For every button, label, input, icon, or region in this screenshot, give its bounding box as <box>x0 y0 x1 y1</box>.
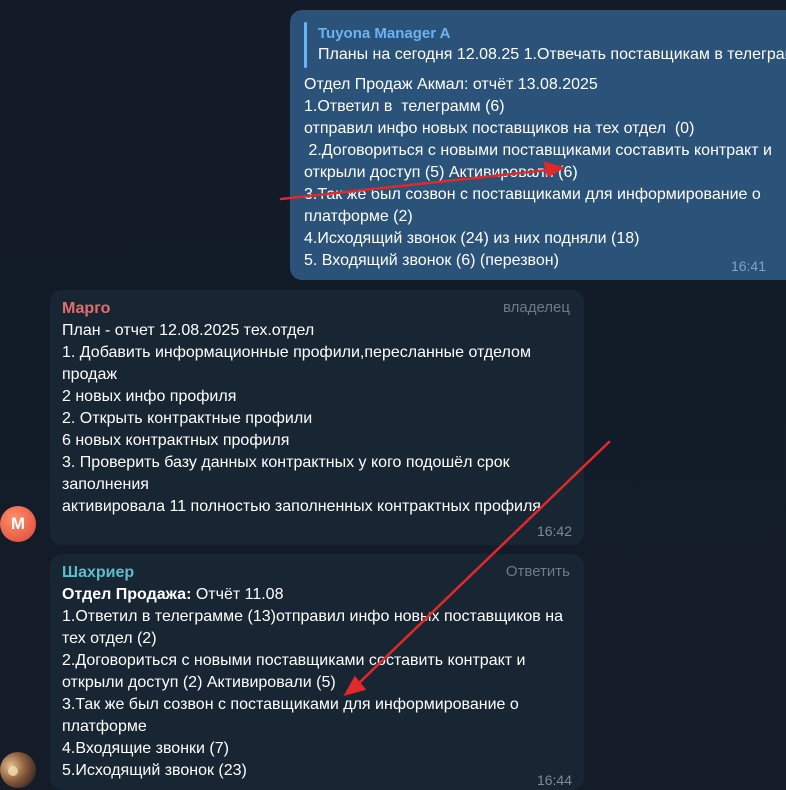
message-time: 16:42 <box>536 523 572 539</box>
message-text: Отдел Продажа: Отчёт 11.08 1.Ответил в т… <box>62 584 572 782</box>
message-line: открыли доступ (5) Активировали (6) <box>304 164 578 181</box>
message-line: платформе (2) <box>304 208 413 225</box>
heading-bold: Отдел Продажа: <box>62 586 192 603</box>
heading-rest: Отчёт 11.08 <box>191 586 284 603</box>
message-line: Отдел Продаж Акмал: отчёт 13.08.2025 <box>304 76 598 93</box>
message-time: 16:41 <box>730 258 766 274</box>
chat-area[interactable]: Tuyona Manager A Планы на сегодня 12.08.… <box>0 0 786 790</box>
message-line: 5. Входящий звонок (6) (перезвон) <box>304 252 559 269</box>
outgoing-message[interactable]: Tuyona Manager A Планы на сегодня 12.08.… <box>290 10 786 280</box>
message-line: План - отчет 12.08.2025 тех.отдел <box>62 322 315 339</box>
sender-name[interactable]: Марго <box>62 300 110 317</box>
message-line: 2.Договориться с новыми поставщиками сос… <box>62 652 526 691</box>
message-line: 6 новых контрактных профиля <box>62 432 290 449</box>
message-line: 1.Ответил в телеграмме (13)отправил инфо… <box>62 608 563 647</box>
reply-quote[interactable]: Tuyona Manager A Планы на сегодня 12.08.… <box>304 22 786 68</box>
incoming-message-margo[interactable]: Марго владелец План - отчет 12.08.2025 т… <box>50 290 584 545</box>
avatar-letter: M <box>10 514 26 533</box>
incoming-message-shahrier[interactable]: Шахриер Ответить Отдел Продажа: Отчёт 11… <box>50 554 584 790</box>
reply-text: Планы на сегодня 12.08.25 1.Отвечать пос… <box>318 46 786 63</box>
message-line: 4.Исходящий звонок (24) из них подняли (… <box>304 230 640 247</box>
reply-author: Tuyona Manager A <box>318 25 451 42</box>
message-header: Марго владелец <box>62 298 572 320</box>
message-line: 5.Исходящий звонок (23) <box>62 762 247 779</box>
message-line: 3. Проверить базу данных контрактных у к… <box>62 454 510 493</box>
message-line: 2. Открыть контрактные профили <box>62 410 313 427</box>
message-heading: Отдел Продажа: Отчёт 11.08 <box>62 584 572 606</box>
message-line: 4.Входящие звонки (7) <box>62 740 229 757</box>
reply-bar <box>304 22 307 68</box>
message-header: Шахриер Ответить <box>62 562 572 584</box>
role-badge: владелец <box>502 299 570 316</box>
message-line: 1.Ответил в телеграмм (6) <box>304 98 505 115</box>
message-time: 16:44 <box>536 772 572 788</box>
message-line: активировала 11 полностью заполненных ко… <box>62 498 541 515</box>
message-line: 3.Так же был созвон с поставщиками для и… <box>62 696 519 735</box>
message-line: 2.Договориться с новыми поставщиками сос… <box>304 142 772 159</box>
reply-button[interactable]: Ответить <box>506 563 570 580</box>
sender-name[interactable]: Шахриер <box>62 564 134 581</box>
message-line: отправил инфо новых поставщиков на тех о… <box>304 120 695 137</box>
message-line: 2 новых инфо профиля <box>62 388 237 405</box>
message-text: План - отчет 12.08.2025 тех.отдел 1. Доб… <box>62 320 572 518</box>
avatar-highlight <box>8 766 18 776</box>
message-text: Отдел Продаж Акмал: отчёт 13.08.2025 1.О… <box>304 74 786 272</box>
avatar[interactable]: M <box>0 506 36 542</box>
message-line: 3.Так же был созвон с поставщиками для и… <box>304 186 761 203</box>
avatar[interactable] <box>0 752 36 788</box>
message-line: 1. Добавить информационные профили,перес… <box>62 344 531 383</box>
